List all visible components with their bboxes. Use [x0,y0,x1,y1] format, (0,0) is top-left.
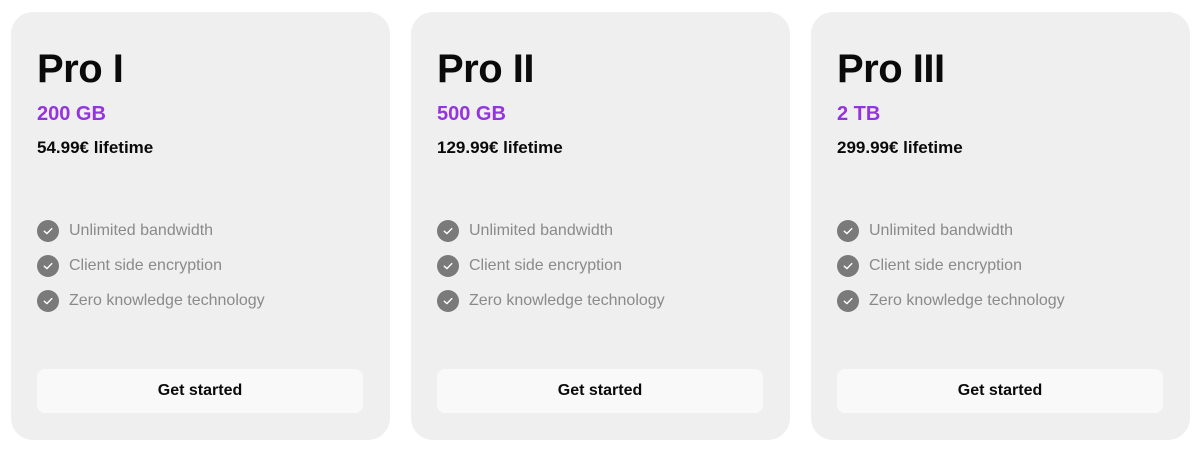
feature-label: Client side encryption [869,256,1022,274]
feature-item: Client side encryption [837,248,1065,283]
check-circle-icon [837,219,859,242]
plan-name: Pro III [837,47,945,91]
check-circle-icon [37,289,59,312]
feature-label: Zero knowledge technology [469,291,665,309]
get-started-button[interactable]: Get started [437,369,763,413]
plan-price: 299.99€ lifetime [837,138,963,157]
feature-list: Unlimited bandwidth Client side encrypti… [437,213,665,318]
check-circle-icon [37,219,59,242]
feature-label: Unlimited bandwidth [69,221,214,239]
feature-label: Zero knowledge technology [69,291,265,309]
plan-price: 54.99€ lifetime [37,138,154,157]
feature-item: Unlimited bandwidth [37,213,265,248]
check-circle-icon [437,289,459,312]
feature-list: Unlimited bandwidth Client side encrypti… [837,213,1065,318]
check-circle-icon [37,254,59,277]
plan-price: 129.99€ lifetime [437,138,563,157]
feature-label: Zero knowledge technology [869,291,1065,309]
feature-item: Zero knowledge technology [37,283,265,318]
plan-name: Pro II [437,47,535,91]
plan-card-pro-i: Pro I 200 GB 54.99€ lifetime Unlimited b… [11,12,390,440]
feature-item: Client side encryption [437,248,665,283]
get-started-button[interactable]: Get started [37,369,363,413]
get-started-button[interactable]: Get started [837,369,1163,413]
feature-item: Zero knowledge technology [437,283,665,318]
plan-name: Pro I [37,47,124,91]
pricing-plans: Pro I 200 GB 54.99€ lifetime Unlimited b… [0,0,1200,452]
feature-item: Unlimited bandwidth [837,213,1065,248]
plan-storage: 2 TB [837,103,881,125]
check-circle-icon [437,219,459,242]
feature-label: Unlimited bandwidth [469,221,614,239]
feature-item: Client side encryption [37,248,265,283]
feature-label: Client side encryption [69,256,222,274]
check-circle-icon [437,254,459,277]
check-circle-icon [837,254,859,277]
check-circle-icon [837,289,859,312]
feature-label: Client side encryption [469,256,622,274]
plan-card-pro-ii: Pro II 500 GB 129.99€ lifetime Unlimited… [411,12,790,440]
plan-storage: 200 GB [37,103,106,125]
feature-label: Unlimited bandwidth [869,221,1014,239]
feature-item: Unlimited bandwidth [437,213,665,248]
feature-list: Unlimited bandwidth Client side encrypti… [37,213,265,318]
plan-card-pro-iii: Pro III 2 TB 299.99€ lifetime Unlimited … [811,12,1190,440]
plan-storage: 500 GB [437,103,506,125]
feature-item: Zero knowledge technology [837,283,1065,318]
